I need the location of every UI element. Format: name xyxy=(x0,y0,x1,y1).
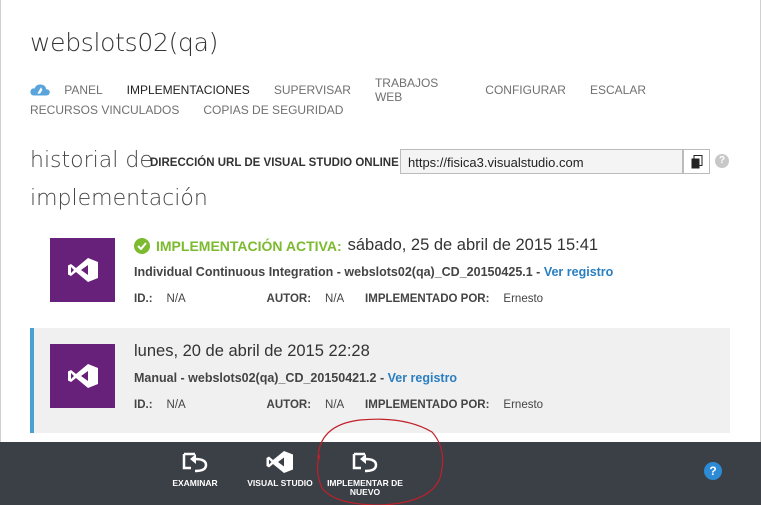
section-title: historial de implementación xyxy=(30,142,208,218)
id-label: ID.: xyxy=(134,399,153,411)
author-label: AUTOR: xyxy=(266,293,312,305)
deployed-by-value: Ernesto xyxy=(503,293,544,305)
help-button[interactable]: ? xyxy=(704,462,722,480)
deployment-item-selected[interactable]: lunes, 20 de abril de 2015 22:28 Manual … xyxy=(30,328,730,433)
tab-panel[interactable]: PANEL xyxy=(64,83,102,97)
check-icon xyxy=(134,237,150,254)
vso-url-field[interactable]: https://fisica3.visualstudio.com xyxy=(400,149,683,174)
visual-studio-logo xyxy=(50,238,115,302)
tab-escalar[interactable]: ESCALAR xyxy=(590,83,646,97)
author-value: N/A xyxy=(325,399,345,411)
visual-studio-icon xyxy=(266,451,293,473)
id-value: N/A xyxy=(166,293,186,305)
deployment-date: sábado, 25 de abril de 2015 15:41 xyxy=(347,236,599,254)
tab-trabajos-web[interactable]: TRABAJOS WEB xyxy=(375,76,461,104)
help-icon[interactable]: ? xyxy=(715,154,729,168)
section-title-line2: implementación xyxy=(30,186,208,211)
browse-label: EXAMINAR xyxy=(172,478,218,488)
deployment-description-text: Individual Continuous Integration - webs… xyxy=(134,265,541,279)
id-label: ID.: xyxy=(134,293,153,305)
deployment-description-text: Manual - webslots02(qa)_CD_20150421.2 - xyxy=(134,371,385,385)
active-status-label: IMPLEMENTACIÓN ACTIVA: xyxy=(156,237,342,254)
deployment-meta: ID.: N/A AUTOR: N/A IMPLEMENTADO POR: Ernesto xyxy=(134,399,543,411)
deployment-item[interactable]: IMPLEMENTACIÓN ACTIVA: sábado, 25 de abr… xyxy=(30,222,730,327)
page-title: webslots02(qa) xyxy=(30,28,219,57)
tab-recursos-vinculados[interactable]: RECURSOS VINCULADOS xyxy=(30,103,179,117)
redeploy-icon xyxy=(352,452,378,473)
copy-icon xyxy=(691,154,702,168)
visual-studio-icon xyxy=(67,364,98,388)
deployment-header: lunes, 20 de abril de 2015 22:28 xyxy=(134,342,370,361)
tab-configurar[interactable]: CONFIGURAR xyxy=(485,83,566,97)
tab-implementaciones[interactable]: IMPLEMENTACIONES xyxy=(127,83,250,97)
view-log-link[interactable]: Ver registro xyxy=(388,371,457,385)
deployment-description: Manual - webslots02(qa)_CD_20150421.2 - … xyxy=(134,371,457,385)
deployment-header: IMPLEMENTACIÓN ACTIVA: sábado, 25 de abr… xyxy=(134,236,598,255)
deployment-date: lunes, 20 de abril de 2015 22:28 xyxy=(134,342,370,360)
author-label: AUTOR: xyxy=(266,399,312,411)
id-value: N/A xyxy=(166,399,186,411)
vso-url-label: DIRECCIÓN URL DE VISUAL STUDIO ONLINE xyxy=(150,157,399,169)
redeploy-label-line2: NUEVO xyxy=(349,487,381,497)
visual-studio-icon xyxy=(67,258,98,282)
command-bar: EXAMINAR VISUAL STUDIO IMPLEMENTAR DE NU… xyxy=(0,442,761,505)
deployment-description: Individual Continuous Integration - webs… xyxy=(134,265,613,279)
visual-studio-logo xyxy=(50,344,115,408)
deployment-meta: ID.: N/A AUTOR: N/A IMPLEMENTADO POR: Ernesto xyxy=(134,293,543,305)
active-status: IMPLEMENTACIÓN ACTIVA: xyxy=(134,237,342,254)
author-value: N/A xyxy=(325,293,345,305)
visual-studio-label: VISUAL STUDIO xyxy=(247,478,313,488)
nav-tabs: PANEL IMPLEMENTACIONES SUPERVISAR TRABAJ… xyxy=(30,76,670,120)
azure-cloud-icon xyxy=(30,84,50,96)
redeploy-button[interactable]: IMPLEMENTAR DE NUEVO xyxy=(323,442,407,505)
view-log-link[interactable]: Ver registro xyxy=(544,265,613,279)
visual-studio-button[interactable]: VISUAL STUDIO xyxy=(244,442,316,505)
deployed-by-label: IMPLEMENTADO POR: xyxy=(365,293,490,305)
tab-copias-de-seguridad[interactable]: COPIAS DE SEGURIDAD xyxy=(203,103,343,117)
deployed-by-value: Ernesto xyxy=(503,399,544,411)
browse-icon xyxy=(182,452,208,473)
tab-supervisar[interactable]: SUPERVISAR xyxy=(274,83,351,97)
deployed-by-label: IMPLEMENTADO POR: xyxy=(365,399,490,411)
copy-button[interactable] xyxy=(683,149,710,174)
browse-button[interactable]: EXAMINAR xyxy=(166,442,224,505)
